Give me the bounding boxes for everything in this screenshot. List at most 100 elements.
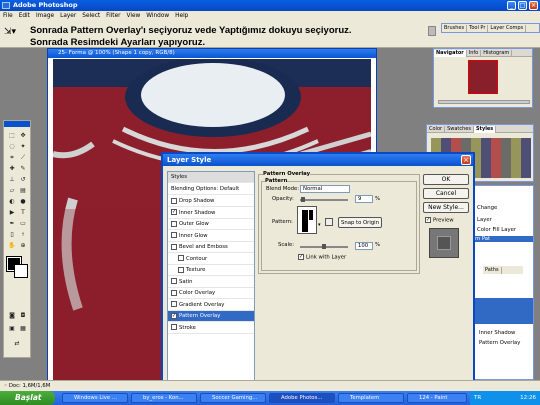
tab-tool-presets[interactable]: Tool Pr	[467, 25, 489, 32]
layers-menu-color-fill[interactable]: Color Fill Layer	[477, 227, 516, 233]
tab-histogram[interactable]: Histogram	[481, 50, 513, 57]
maximize-button[interactable]: □	[518, 1, 527, 10]
trash-icon[interactable]	[428, 26, 436, 36]
checkbox-icon[interactable]	[178, 255, 184, 261]
scale-input[interactable]: 100	[355, 242, 373, 250]
standard-mode-icon[interactable]: ◘	[18, 311, 28, 320]
effect-item[interactable]: ✓ Pattern Overlay	[168, 311, 254, 322]
healing-brush-icon[interactable]: ✚	[7, 164, 17, 173]
blending-options-item[interactable]: Blending Options: Default	[168, 184, 254, 195]
menu-image[interactable]: Image	[33, 11, 57, 21]
effect-inner-shadow[interactable]: Inner Shadow	[479, 330, 515, 336]
tab-brushes[interactable]: Brushes	[442, 25, 468, 32]
crop-tool-icon[interactable]: ⌗	[7, 153, 17, 162]
link-with-layer-checkbox[interactable]: ✓ Link with Layer	[298, 254, 346, 261]
style-list-header[interactable]: Styles	[168, 172, 254, 183]
hand-tool-icon[interactable]: ✋	[7, 241, 17, 250]
lasso-tool-icon[interactable]: ◌	[7, 142, 17, 151]
pen-tool-icon[interactable]: ✒	[7, 219, 17, 228]
dialog-close-icon[interactable]: ×	[461, 155, 471, 165]
checkbox-icon[interactable]	[171, 324, 177, 330]
menu-window[interactable]: Window	[143, 11, 172, 21]
effect-item[interactable]: Drop Shadow	[168, 196, 254, 207]
task-adobe-photoshop[interactable]: Adobe Photos...	[269, 393, 335, 403]
type-tool-icon[interactable]: T	[18, 208, 28, 217]
scale-slider-thumb[interactable]	[322, 244, 326, 249]
opacity-slider-thumb[interactable]	[301, 197, 305, 202]
effect-item[interactable]: Texture	[168, 265, 254, 276]
checkbox-icon[interactable]	[171, 289, 177, 296]
checkbox-icon[interactable]: ✓	[171, 312, 177, 319]
gradient-tool-icon[interactable]: ▤	[18, 186, 28, 195]
menu-layer[interactable]: Layer	[57, 11, 79, 21]
effect-item[interactable]: ✓ Inner Shadow	[168, 208, 254, 219]
effect-item[interactable]: Contour	[168, 254, 254, 265]
path-selection-icon[interactable]: ▶	[7, 208, 17, 217]
ok-button[interactable]: OK	[423, 174, 469, 185]
menu-help[interactable]: Help	[172, 11, 191, 21]
menu-select[interactable]: Select	[79, 11, 103, 21]
imageready-icon[interactable]: ⇄	[12, 339, 22, 348]
zoom-slider[interactable]	[438, 100, 530, 104]
checkbox-icon[interactable]: ✓	[171, 209, 177, 215]
shape-tool-icon[interactable]: ▭	[18, 219, 28, 228]
checkbox-icon[interactable]	[178, 266, 184, 273]
opacity-input[interactable]: 9	[355, 195, 373, 203]
task-paint[interactable]: 124 - Paint	[407, 393, 467, 403]
cancel-button[interactable]: Cancel	[423, 188, 469, 199]
pattern-preview[interactable]	[297, 206, 317, 234]
background-color-swatch[interactable]	[14, 264, 28, 278]
new-style-button[interactable]: New Style...	[423, 202, 469, 213]
blend-mode-select[interactable]: Normal	[300, 185, 350, 193]
checkbox-icon[interactable]	[171, 197, 177, 204]
menu-file[interactable]: File	[0, 11, 16, 21]
marquee-tool-icon[interactable]: ⬚	[7, 131, 17, 140]
effect-item[interactable]: Outer Glow	[168, 219, 254, 230]
tab-info[interactable]: Info	[467, 50, 482, 57]
effect-item[interactable]: Bevel and Emboss	[168, 242, 254, 253]
navigator-thumbnail[interactable]	[468, 60, 498, 94]
screen-mode-icon[interactable]: ▣	[7, 324, 17, 333]
pattern-dropdown-icon[interactable]: ▾	[318, 222, 321, 228]
minimize-button[interactable]: _	[507, 1, 516, 10]
layers-menu-layer[interactable]: Layer	[477, 217, 492, 223]
eraser-tool-icon[interactable]: ▱	[7, 186, 17, 195]
task-templatem[interactable]: Templatem	[338, 393, 404, 403]
language-indicator[interactable]: TR	[470, 395, 481, 401]
dialog-title[interactable]: Layer Style	[163, 154, 473, 166]
effect-item[interactable]: Color Overlay	[168, 288, 254, 299]
slice-tool-icon[interactable]: ⟋	[18, 153, 28, 162]
opacity-slider[interactable]	[300, 199, 348, 201]
fullscreen-mode-icon[interactable]: ▦	[18, 324, 28, 333]
tab-styles[interactable]: Styles	[473, 126, 497, 133]
tab-paths[interactable]: Paths	[483, 267, 502, 274]
effect-item[interactable]: Inner Glow	[168, 231, 254, 242]
quick-mask-icon[interactable]: ◙	[7, 311, 17, 320]
menu-filter[interactable]: Filter	[103, 11, 123, 21]
tab-navigator[interactable]: Navigator	[434, 50, 467, 57]
effect-item[interactable]: Satin	[168, 277, 254, 288]
blur-tool-icon[interactable]: ◐	[7, 197, 17, 206]
checkbox-icon[interactable]	[171, 301, 177, 307]
notes-tool-icon[interactable]: ▯	[7, 230, 17, 239]
effect-item[interactable]: Stroke	[168, 323, 254, 334]
dodge-tool-icon[interactable]: ●	[18, 197, 28, 206]
layers-menu-change[interactable]: Change	[477, 205, 497, 211]
checkbox-icon[interactable]	[171, 220, 177, 227]
document-title[interactable]: 25- Forma @ 100% (Shape 1 copy, RGB/8)	[48, 49, 376, 58]
effect-pattern-overlay[interactable]: Pattern Overlay	[479, 340, 520, 346]
stamp-tool-icon[interactable]: ⊥	[7, 175, 17, 184]
menu-view[interactable]: View	[124, 11, 144, 21]
menu-edit[interactable]: Edit	[16, 11, 33, 21]
checkbox-icon[interactable]	[171, 243, 177, 250]
eyedropper-icon[interactable]: ⟊	[18, 230, 28, 239]
tab-layer-comps[interactable]: Layer Comps	[488, 25, 527, 32]
start-button[interactable]: Başlat	[0, 391, 55, 405]
move-tool-icon[interactable]: ✥	[18, 131, 28, 140]
brush-tool-icon[interactable]: ✎	[18, 164, 28, 173]
tab-color[interactable]: Color	[427, 126, 446, 133]
new-preset-icon[interactable]	[325, 218, 333, 226]
layer-row-selected[interactable]	[473, 298, 533, 324]
task-windows-live[interactable]: Windows Live ...	[62, 393, 128, 403]
history-brush-icon[interactable]: ↺	[18, 175, 28, 184]
